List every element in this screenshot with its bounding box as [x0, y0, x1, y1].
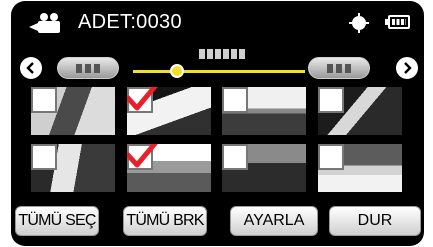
next-page-pill[interactable]	[308, 57, 370, 79]
stop-button[interactable]: DUR	[329, 206, 421, 236]
item-count-label: ADET:0030	[78, 11, 182, 33]
thumbnail-8[interactable]	[318, 144, 402, 192]
thumbnail-4[interactable]	[318, 87, 402, 135]
screen: ADET:0030 TÜMÜ SEÇ TÜMÜ BRK AYARLA DUR	[11, 1, 424, 246]
select-checkbox[interactable]	[222, 87, 248, 113]
select-checkbox[interactable]	[222, 144, 248, 170]
video-camera-icon	[29, 13, 60, 33]
next-page-button[interactable]	[396, 57, 418, 79]
select-checkbox[interactable]	[318, 144, 344, 170]
select-checkbox[interactable]	[31, 144, 57, 170]
chevron-left-icon	[26, 62, 34, 74]
thumbnail-6[interactable]	[127, 144, 211, 192]
checkmark-icon	[127, 144, 158, 168]
top-bar: ADET:0030	[11, 1, 424, 43]
chevron-right-icon	[404, 62, 412, 74]
previous-page-button[interactable]	[20, 57, 42, 79]
thumbnail-7[interactable]	[222, 144, 306, 192]
thumbnail-2[interactable]	[127, 87, 211, 135]
page-indicator	[199, 49, 245, 59]
select-checkbox[interactable]	[318, 87, 344, 113]
battery-icon	[385, 15, 410, 29]
thumbnail-3[interactable]	[222, 87, 306, 135]
select-checkbox[interactable]	[31, 87, 57, 113]
select-all-button[interactable]: TÜMÜ SEÇ	[15, 206, 99, 236]
checkmark-icon	[127, 87, 158, 111]
previous-page-pill[interactable]	[57, 57, 119, 79]
page-slider-knob[interactable]	[170, 64, 184, 78]
thumbnail-5[interactable]	[31, 144, 115, 192]
set-button[interactable]: AYARLA	[230, 206, 318, 236]
page-slider-track[interactable]	[133, 70, 305, 73]
thumbnail-1[interactable]	[31, 87, 115, 135]
deselect-all-button[interactable]: TÜMÜ BRK	[123, 206, 207, 236]
status-dot-icon	[349, 13, 369, 33]
